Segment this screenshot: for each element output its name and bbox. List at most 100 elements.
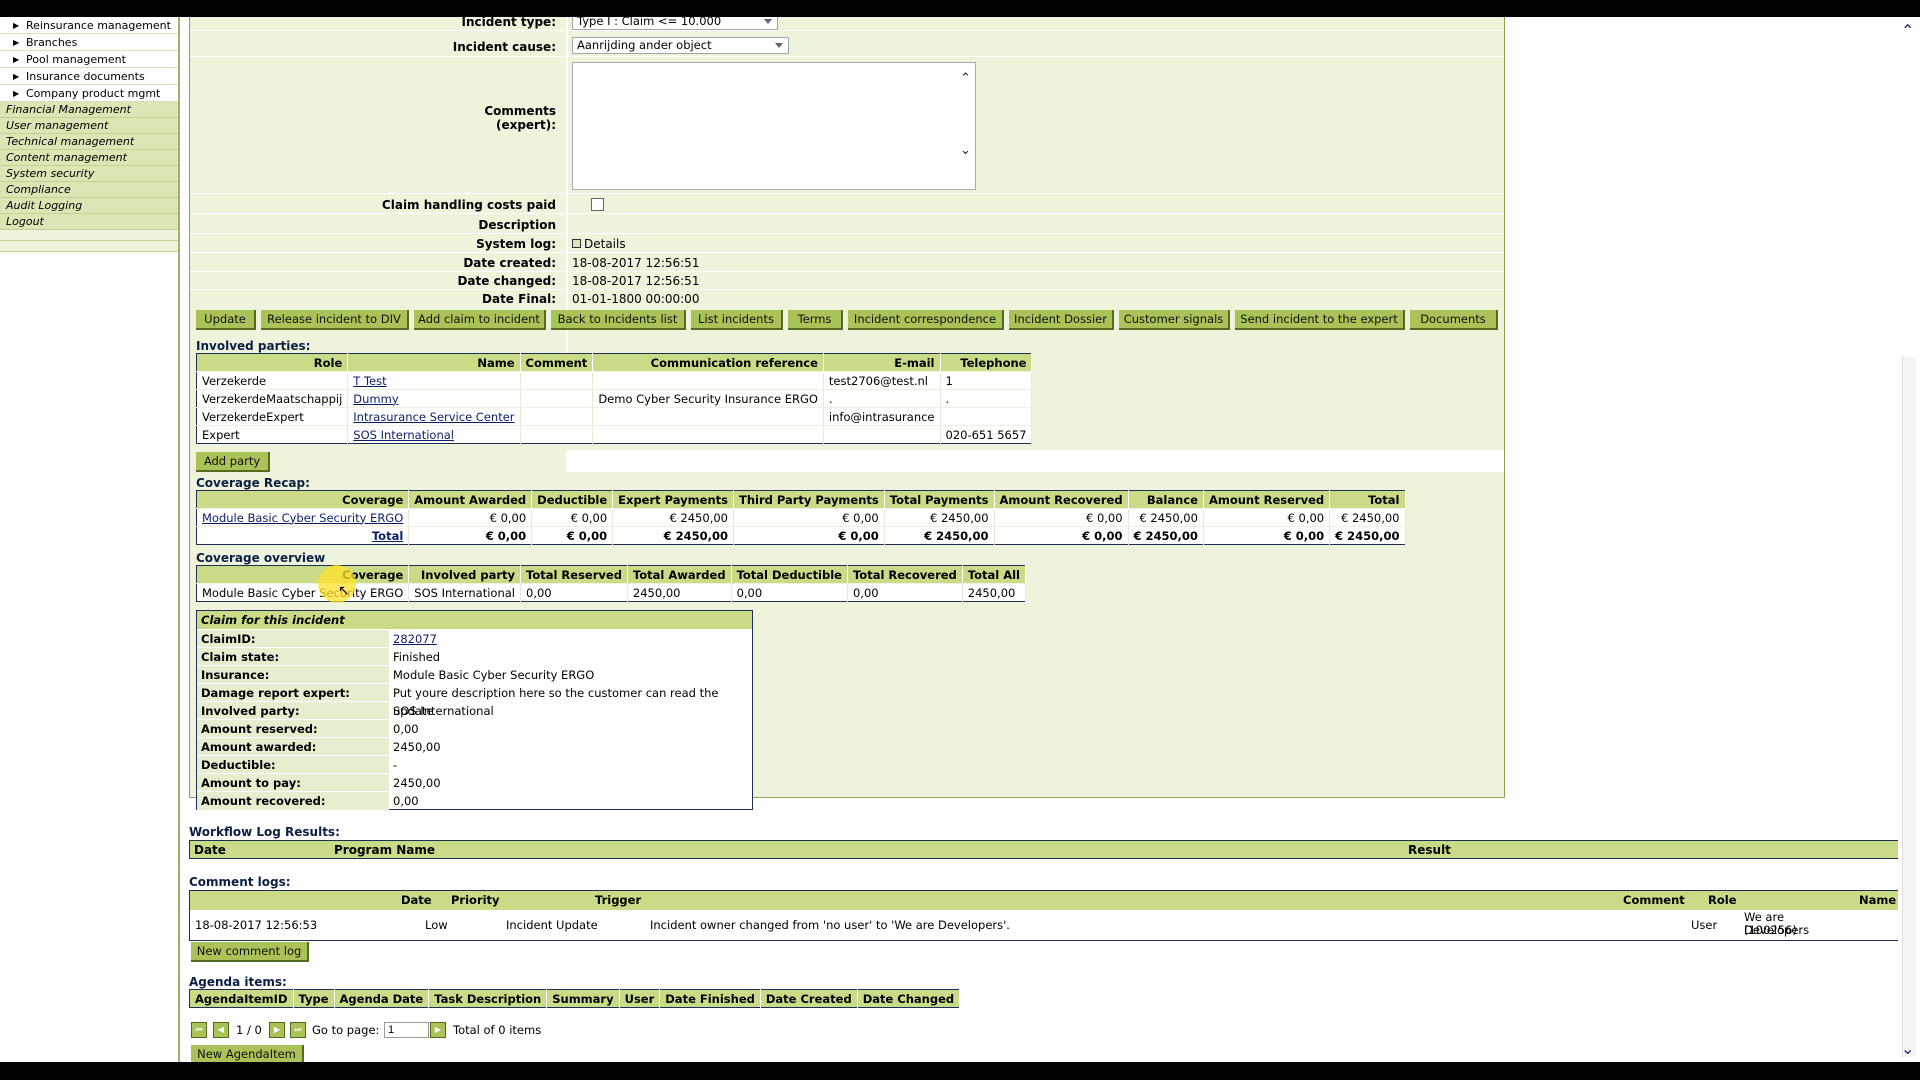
sidebar-item-company-product[interactable]: ▶ Company product mgmt	[0, 85, 178, 102]
incident-cause-select[interactable]: Aanrijding ander object	[572, 37, 789, 54]
table-cell: test2706@test.nl	[823, 371, 941, 390]
sidebar-item-system-security[interactable]: System security	[0, 166, 178, 182]
date-changed-label: Date changed:	[457, 274, 556, 288]
table-cell: € 2450,00	[612, 526, 734, 545]
sidebar-item-financial[interactable]: Financial Management	[0, 102, 178, 118]
sidebar-item-audit-logging[interactable]: Audit Logging	[0, 198, 178, 214]
claim-costs-checkbox[interactable]	[591, 198, 604, 211]
incident-type-value: Type I : Claim <= 10.000	[577, 17, 722, 28]
table-cell	[520, 371, 594, 390]
scroll-up-icon[interactable]: ⌃	[960, 71, 971, 86]
new-comment-log-button[interactable]: New comment log	[191, 942, 309, 962]
total-link[interactable]: Total	[196, 526, 410, 545]
last-page-icon[interactable]: ⏭	[290, 1022, 306, 1038]
triangle-right-icon: ▶	[13, 21, 20, 30]
first-page-icon[interactable]: ⏮	[191, 1022, 207, 1038]
release-incident-button[interactable]: Release incident to DIV	[261, 310, 409, 330]
table-cell	[520, 425, 594, 444]
triangle-right-icon: ▶	[13, 89, 20, 98]
date-created-label: Date created:	[463, 256, 556, 270]
incident-type-select[interactable]: Type I : Claim <= 10.000	[572, 17, 778, 30]
back-to-incidents-button[interactable]: Back to Incidents list	[551, 310, 686, 330]
sidebar-item-pool-management[interactable]: ▶ Pool management	[0, 51, 178, 68]
claim-row: ClaimID: 282077	[197, 629, 752, 648]
table-row: VerzekerdeMaatschappij Dummy Demo Cyber …	[196, 389, 1033, 408]
incident-cause-label: Incident cause:	[452, 40, 556, 54]
column-header: Amount Recovered	[994, 490, 1129, 509]
sidebar-item-content[interactable]: Content management	[0, 150, 178, 166]
sidebar-item-technical[interactable]: Technical management	[0, 134, 178, 150]
send-to-expert-button[interactable]: Send incident to the expert	[1235, 310, 1405, 330]
chevron-down-icon	[764, 19, 772, 24]
mouse-pointer-icon: ↖	[338, 583, 350, 599]
incident-correspondence-button[interactable]: Incident correspondence	[848, 310, 1004, 330]
table-cell: VerzekerdeMaatschappij	[196, 389, 349, 408]
table-cell	[520, 389, 594, 408]
party-link[interactable]: Dummy	[347, 389, 521, 408]
workflow-table-header: Date Program Name Result	[189, 840, 1901, 859]
date-changed-value: 18-08-2017 12:56:51	[572, 274, 700, 288]
go-page-icon[interactable]: ▶	[430, 1022, 446, 1038]
next-page-icon[interactable]: ▶	[269, 1022, 285, 1038]
new-agenda-item-button[interactable]: New AgendaItem	[191, 1045, 304, 1062]
table-cell: .	[940, 389, 1033, 408]
coverage-link[interactable]: Module Basic Cyber Security ERGO	[196, 508, 410, 527]
table-cell	[592, 407, 824, 426]
party-link[interactable]: SOS International	[347, 425, 521, 444]
sidebar-item-branches[interactable]: ▶ Branches	[0, 34, 178, 51]
table-cell	[592, 371, 824, 390]
incident-cause-value: Aanrijding ander object	[577, 38, 712, 52]
table-cell	[592, 425, 824, 444]
column-header: Total Awarded	[627, 565, 732, 584]
comments-textarea[interactable]: ⌃ ⌄	[572, 62, 976, 190]
incident-type-label: Incident type:	[461, 17, 556, 29]
sidebar-item-compliance[interactable]: Compliance	[0, 182, 178, 198]
description-label: Description	[478, 218, 556, 232]
sidebar-item-insurance-documents[interactable]: ▶ Insurance documents	[0, 68, 178, 85]
column-header: Comment	[1623, 893, 1685, 907]
add-party-button[interactable]: Add party	[196, 452, 270, 472]
involved-parties-table: Role Name Comment Communication referenc…	[196, 353, 1033, 444]
table-cell: € 0,00	[1203, 526, 1331, 545]
triangle-right-icon: ▶	[13, 55, 20, 64]
list-incidents-button[interactable]: List incidents	[691, 310, 783, 330]
claim-id-link[interactable]: 282077	[393, 630, 437, 648]
incident-dossier-button[interactable]: Incident Dossier	[1009, 310, 1114, 330]
go-to-page-label: Go to page:	[312, 1023, 380, 1037]
claim-row: Amount reserved: 0,00	[197, 719, 752, 738]
table-cell: SOS International	[408, 583, 521, 602]
column-header: Date Created	[760, 989, 858, 1008]
table-cell: € 0,00	[994, 508, 1129, 527]
party-link[interactable]: T Test	[347, 371, 521, 390]
sidebar-item-reinsurance[interactable]: ▶ Reinsurance management	[0, 17, 178, 34]
documents-button[interactable]: Documents	[1410, 310, 1498, 330]
table-cell: € 0,00	[733, 526, 885, 545]
scroll-down-icon[interactable]: ⌄	[1901, 1039, 1914, 1058]
column-header: Communication reference	[592, 353, 824, 372]
terms-button[interactable]: Terms	[788, 310, 843, 330]
sidebar-item-logout[interactable]: Logout	[0, 214, 178, 230]
add-claim-button[interactable]: Add claim to incident	[414, 310, 546, 330]
page-scrollbar[interactable]: ⌃ ⌄	[1898, 17, 1920, 1062]
go-to-page-input[interactable]	[384, 1022, 429, 1038]
column-header: Coverage	[196, 565, 410, 584]
prev-page-icon[interactable]: ◀	[213, 1022, 229, 1038]
scroll-thumb[interactable]	[1902, 357, 1916, 1057]
expand-box-icon	[572, 239, 581, 248]
table-cell: € 2450,00	[884, 508, 995, 527]
update-button[interactable]: Update	[196, 310, 256, 330]
customer-signals-button[interactable]: Customer signals	[1119, 310, 1230, 330]
incident-cause-row: Incident cause:	[190, 37, 1504, 57]
scroll-up-icon[interactable]: ⌃	[1901, 21, 1914, 40]
sidebar-item-user-management[interactable]: User management	[0, 118, 178, 134]
incident-panel: Incident type: Type I : Claim <= 10.000 …	[189, 17, 1505, 810]
scroll-down-icon[interactable]: ⌄	[960, 143, 971, 158]
claim-costs-label: Claim handling costs paid	[381, 198, 556, 212]
claim-row: Amount recovered: 0,00	[197, 791, 752, 810]
table-row: 18-08-2017 12:56:53 Low Incident Update …	[195, 910, 1810, 937]
agenda-title: Agenda items:	[189, 975, 287, 989]
table-cell: 020-651 5657	[940, 425, 1033, 444]
party-link[interactable]: Intrasurance Service Center	[347, 407, 521, 426]
system-log-details[interactable]: Details	[572, 237, 626, 251]
coverage-overview-title: Coverage overview	[196, 551, 326, 565]
